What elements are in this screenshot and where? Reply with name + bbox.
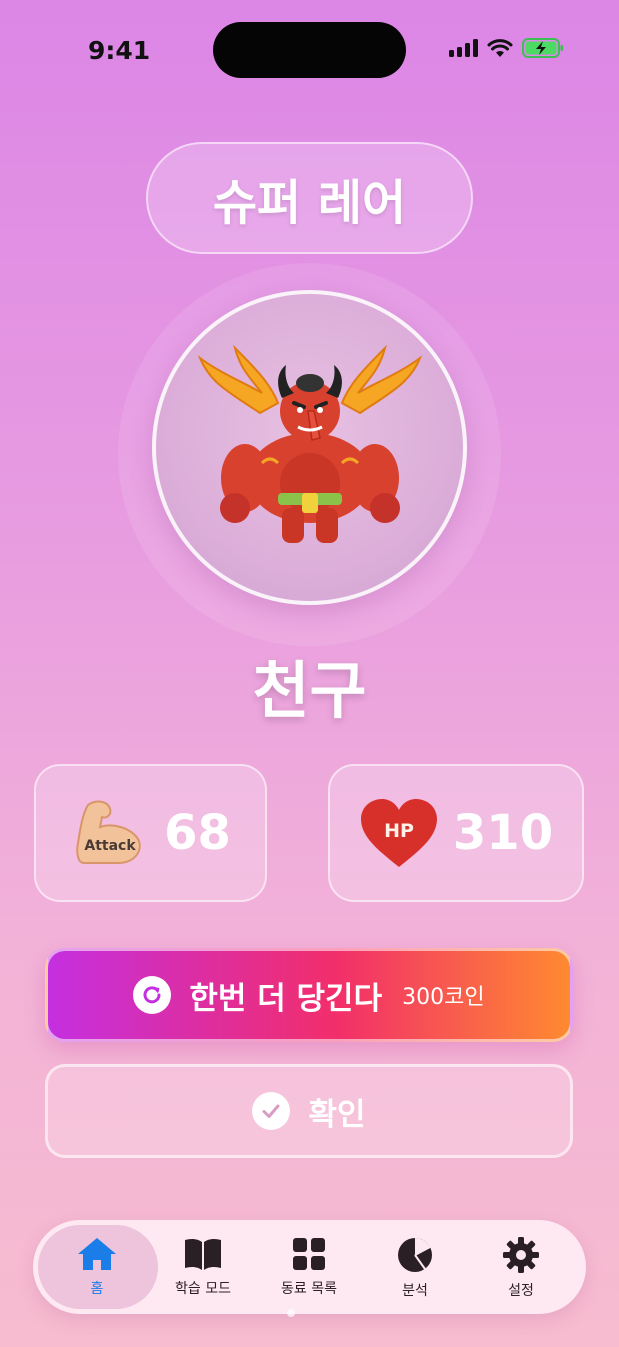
rarity-badge: 슈퍼 레어 bbox=[146, 142, 473, 254]
dynamic-island bbox=[213, 22, 406, 78]
confirm-button[interactable]: 확인 bbox=[45, 1064, 573, 1158]
tab-companions[interactable]: 동료 목록 bbox=[259, 1236, 359, 1298]
status-time: 9:41 bbox=[88, 36, 151, 65]
tab-settings[interactable]: 설정 bbox=[471, 1236, 571, 1300]
tab-study-label: 학습 모드 bbox=[175, 1281, 231, 1297]
confirm-label: 확인 bbox=[308, 1096, 366, 1133]
pull-again-label: 한번 더 당긴다 bbox=[189, 980, 383, 1017]
tab-analysis[interactable]: 분석 bbox=[365, 1236, 465, 1300]
hp-icon-text: HP bbox=[384, 820, 414, 842]
hp-value: 310 bbox=[452, 805, 554, 861]
heart-hp-icon: HP bbox=[360, 799, 437, 867]
page-indicator-dot bbox=[287, 1309, 295, 1317]
gear-icon bbox=[503, 1237, 539, 1273]
pie-chart-icon bbox=[398, 1238, 432, 1272]
battery-charging-icon bbox=[522, 38, 563, 58]
tab-companions-label: 동료 목록 bbox=[281, 1281, 337, 1297]
tab-study[interactable]: 학습 모드 bbox=[153, 1236, 253, 1298]
tab-home-label: 홈 bbox=[90, 1281, 104, 1297]
attack-value: 68 bbox=[164, 805, 231, 861]
refresh-icon bbox=[133, 976, 172, 1014]
tab-analysis-label: 분석 bbox=[402, 1283, 428, 1299]
checkmark-icon bbox=[252, 1092, 291, 1130]
pull-again-button[interactable]: 한번 더 당긴다 300코인 bbox=[45, 948, 573, 1042]
cellular-signal-icon bbox=[449, 39, 478, 57]
tengu-monster-illustration bbox=[197, 344, 422, 543]
status-icons bbox=[449, 38, 564, 58]
grid-icon bbox=[293, 1238, 325, 1270]
wifi-icon bbox=[487, 38, 513, 57]
flexed-arm-attack-icon: Attack bbox=[76, 800, 141, 864]
attack-icon-text: Attack bbox=[84, 838, 136, 854]
bottom-tab-bar: 홈 학습 모드 동료 목록 분석 설정 bbox=[33, 1220, 586, 1314]
character-portrait bbox=[152, 290, 467, 605]
home-icon bbox=[78, 1238, 116, 1270]
book-icon bbox=[185, 1238, 221, 1270]
hp-stat-card: HP 310 bbox=[328, 764, 584, 902]
pull-cost-label: 300코인 bbox=[402, 985, 485, 1010]
character-name: 천구 bbox=[252, 654, 367, 727]
attack-stat-card: Attack 68 bbox=[34, 764, 267, 902]
tab-settings-label: 설정 bbox=[508, 1283, 534, 1299]
tab-home[interactable]: 홈 bbox=[47, 1236, 147, 1298]
